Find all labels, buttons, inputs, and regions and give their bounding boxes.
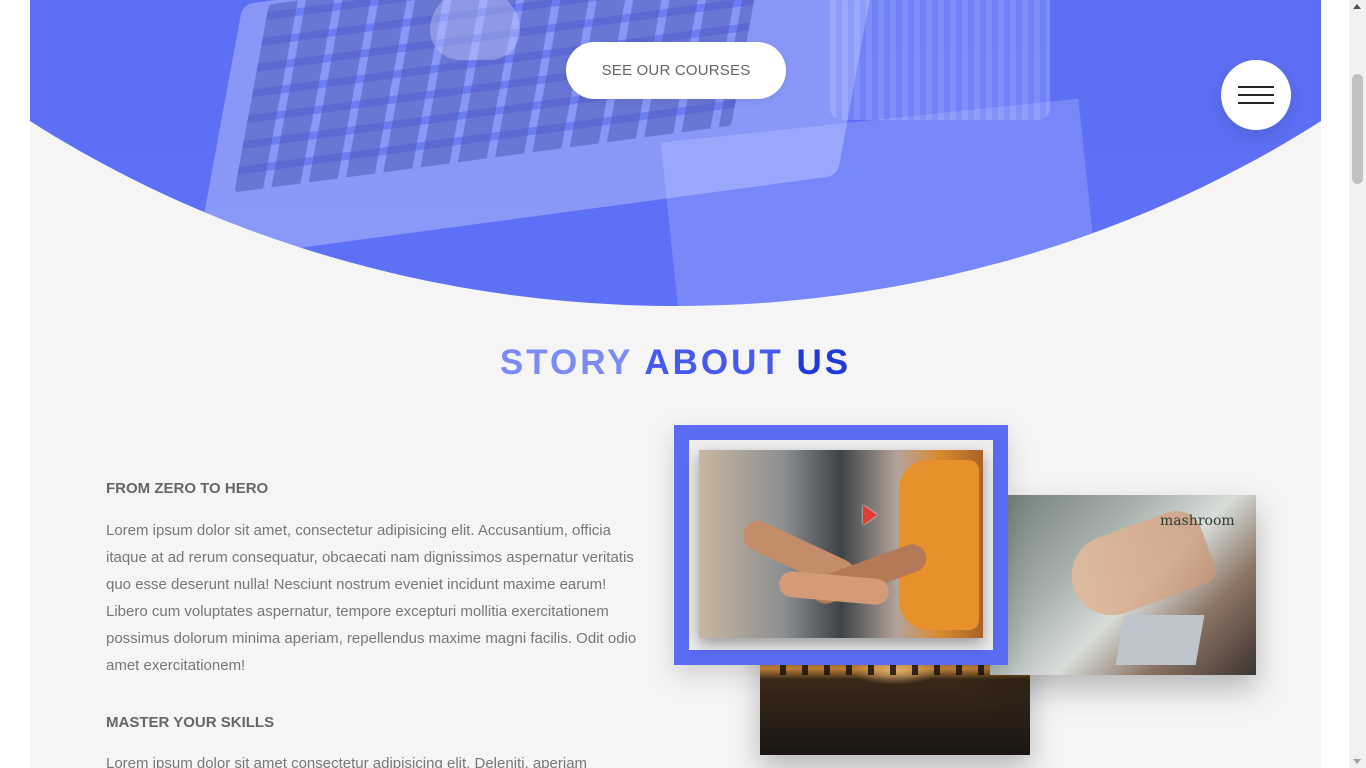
hero-sweater [830, 0, 1050, 120]
scroll-down-arrow-icon[interactable] [1353, 759, 1361, 764]
section-title: STORY ABOUT US [30, 343, 1321, 383]
page-content: SEE OUR COURSES STORY ABOUT US FROM ZERO… [30, 0, 1321, 768]
menu-button[interactable] [1221, 60, 1291, 130]
heading-zero-to-hero: FROM ZERO TO HERO [106, 480, 269, 497]
hamburger-icon-line [1238, 102, 1274, 104]
title-word-story: STORY [499, 343, 633, 382]
see-our-courses-button[interactable]: SEE OUR COURSES [566, 42, 786, 99]
hamburger-icon-line [1238, 94, 1274, 96]
office-sign: mashroom [1160, 513, 1235, 529]
heading-master-skills: MASTER YOUR SKILLS [106, 714, 275, 731]
team-hands-photo[interactable] [699, 450, 983, 638]
office-high-five-photo: mashroom [990, 495, 1256, 675]
hamburger-icon [1238, 86, 1274, 88]
paragraph-master-skills: Lorem ipsum dolor sit amet consectetur a… [106, 755, 588, 768]
scroll-thumb[interactable] [1352, 74, 1363, 184]
hero-hand [430, 0, 520, 60]
scroll-up-arrow-icon[interactable] [1353, 4, 1361, 9]
title-word-us: US [796, 343, 852, 382]
mouse-cursor-icon [863, 505, 877, 525]
page-scrollbar[interactable] [1349, 0, 1366, 768]
title-word-about: ABOUT [644, 343, 784, 382]
office-laptop [1115, 615, 1205, 665]
paragraph-zero-to-hero: Lorem ipsum dolor sit amet, consectetur … [106, 522, 637, 674]
